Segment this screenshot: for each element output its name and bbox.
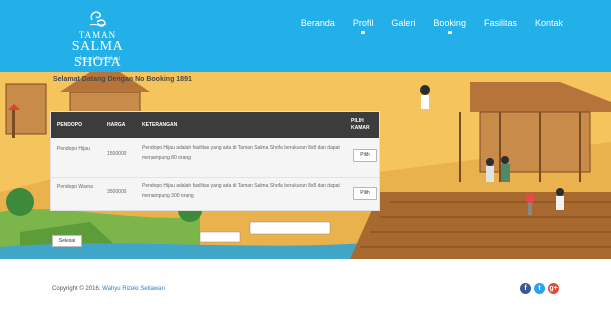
twitter-icon[interactable]: t — [534, 283, 545, 294]
nav-label: Beranda — [300, 18, 335, 28]
logo-text-name: SALMA SHOFA — [71, 39, 124, 70]
dropdown-caret-icon — [361, 31, 366, 34]
copyright-label: Copyright © 2016. — [52, 286, 101, 292]
pendopo-price: 1500000 — [107, 151, 127, 157]
pilih-button[interactable]: Pilih — [353, 149, 377, 162]
nav-kontak[interactable]: Kontak — [535, 18, 563, 32]
nav-label: Booking — [433, 18, 466, 28]
pendopo-description: Pendopo Hijau adalah fasilitas yang ada … — [142, 145, 340, 161]
selesai-button[interactable]: Selesai — [52, 235, 82, 247]
column-header-harga: HARGA — [107, 122, 126, 128]
booking-table: PENDOPO HARGA KETERANGAN PILIH KAMAR Pen… — [50, 111, 380, 211]
pendopo-name: Pendopo Hijau — [57, 146, 90, 152]
social-links: f t g+ — [520, 283, 559, 294]
pendopo-description: Pendopo Hijau adalah fasilitas yang ada … — [142, 183, 340, 199]
facebook-icon[interactable]: f — [520, 283, 531, 294]
author-link[interactable]: Wahyu Rizeki Setiawan — [102, 286, 165, 292]
nav-profil[interactable]: Profil — [352, 18, 374, 34]
pilih-button[interactable]: Pilih — [353, 187, 377, 200]
nav-beranda[interactable]: Beranda — [301, 18, 335, 32]
welcome-message: Selamat Datang Dengan No Booking 1891 — [53, 76, 192, 83]
dropdown-caret-icon — [447, 31, 452, 34]
column-header-keterangan: KETERANGAN — [142, 122, 178, 128]
table-row: Pendopo Warna 3500000 Pendopo Hijau adal… — [51, 177, 379, 211]
table-row: Pendopo Hijau 1500000 Pendopo Hijau adal… — [51, 140, 379, 173]
column-header-pilih-kamar: PILIH KAMAR — [351, 118, 370, 131]
site-logo[interactable]: TAMAN SALMA SHOFA rekreasi & edukasi — [50, 8, 145, 70]
pendopo-name: Pendopo Warna — [57, 184, 93, 190]
site-footer: Copyright © 2016. Wahyu Rizeki Setiawan … — [0, 259, 611, 327]
table-header: PENDOPO HARGA KETERANGAN PILIH KAMAR — [51, 112, 379, 138]
nav-label: Kontak — [534, 18, 563, 28]
google-plus-icon[interactable]: g+ — [548, 283, 559, 294]
logo-swirl-icon — [89, 11, 107, 27]
nav-label: Fasilitas — [483, 18, 517, 28]
nav-label: Galeri — [391, 18, 416, 28]
logo-tagline: rekreasi & edukasi — [75, 56, 120, 62]
column-header-pendopo: PENDOPO — [57, 122, 83, 128]
nav-galeri[interactable]: Galeri — [391, 18, 415, 32]
nav-booking[interactable]: Booking — [433, 18, 466, 34]
nav-label: Profil — [352, 18, 374, 28]
main-nav: Beranda Profil Galeri Booking Fasilitas … — [301, 18, 563, 34]
pendopo-price: 3500000 — [107, 189, 127, 195]
nav-fasilitas[interactable]: Fasilitas — [484, 18, 517, 32]
copyright-text: Copyright © 2016. Wahyu Rizeki Setiawan — [52, 286, 165, 292]
site-header: TAMAN SALMA SHOFA rekreasi & edukasi Ber… — [0, 0, 611, 72]
